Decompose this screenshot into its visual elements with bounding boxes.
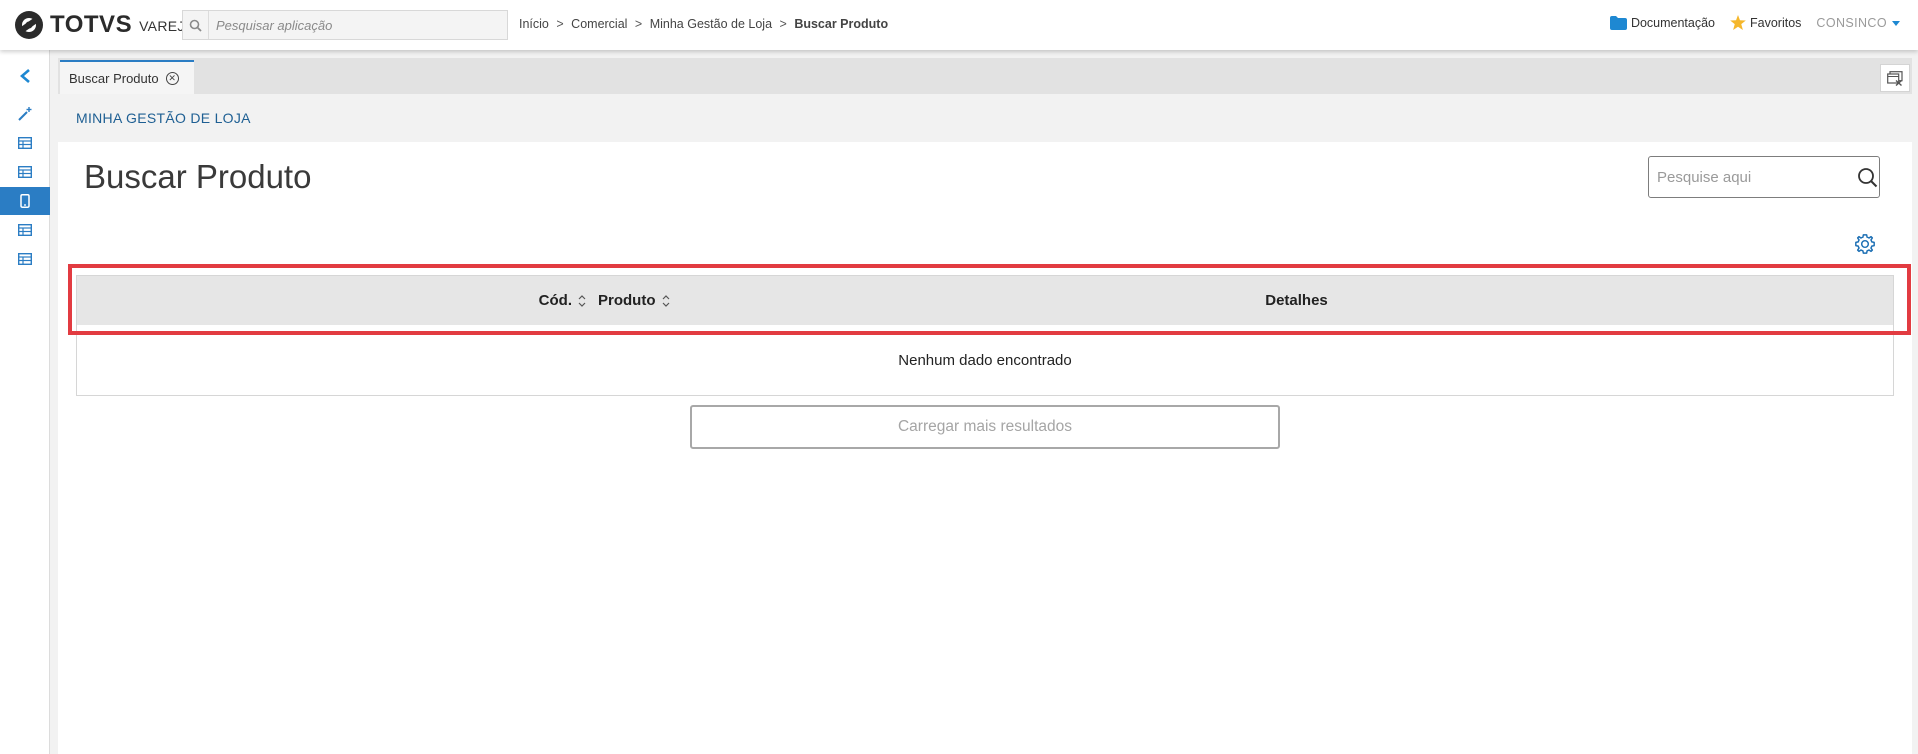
wand-icon (18, 107, 32, 121)
breadcrumb-item-comercial[interactable]: Comercial (571, 17, 627, 31)
table-settings-button[interactable] (1853, 232, 1877, 256)
app-search-input[interactable] (209, 11, 507, 39)
load-more-button[interactable]: Carregar mais resultados (690, 405, 1280, 449)
breadcrumb-current: Buscar Produto (794, 17, 889, 31)
user-name: CONSINCO (1816, 15, 1887, 30)
products-table: Cód. Produto Detalhes Nenhum dado encont… (76, 275, 1894, 396)
sort-icon (578, 294, 586, 307)
totvs-logo-icon (15, 11, 43, 39)
chevron-left-icon (20, 69, 30, 83)
search-icon (1858, 167, 1878, 187)
side-item-mobile[interactable] (0, 187, 50, 215)
gear-icon (1855, 234, 1875, 254)
side-item-table-3[interactable] (0, 216, 50, 244)
page-content: MINHA GESTÃO DE LOJA Buscar Produto Cód. (58, 94, 1912, 754)
sort-icon (662, 294, 669, 307)
windows-close-icon (1887, 70, 1903, 86)
top-right-actions: Documentação Favoritos CONSINCO (1609, 15, 1900, 30)
column-label: Cód. (538, 292, 572, 309)
breadcrumb-item-minha-gestao[interactable]: Minha Gestão de Loja (650, 17, 772, 31)
user-menu[interactable]: CONSINCO (1816, 16, 1900, 30)
table-icon (18, 166, 32, 178)
column-label: Produto (598, 292, 656, 309)
side-item-table-2[interactable] (0, 158, 50, 186)
breadcrumb-item-inicio[interactable]: Início (519, 17, 549, 31)
folder-icon (1609, 15, 1627, 30)
side-item-table-4[interactable] (0, 245, 50, 273)
side-menu (0, 50, 50, 754)
page-title: Buscar Produto (84, 158, 312, 195)
search-icon[interactable] (183, 11, 209, 39)
table-icon (18, 224, 32, 236)
breadcrumb-separator: > (556, 17, 564, 31)
breadcrumb-separator: > (634, 17, 643, 31)
section-title: MINHA GESTÃO DE LOJA (58, 94, 1912, 142)
mobile-icon (20, 194, 30, 208)
favorites-link[interactable]: Favoritos (1730, 15, 1801, 30)
empty-state-message: Nenhum dado encontrado (898, 352, 1072, 369)
tab-bar: Buscar Produto ✕ (58, 58, 1912, 94)
breadcrumb-separator: > (779, 17, 787, 31)
logo-brand-text: TOTVS (50, 11, 133, 38)
star-icon (1730, 15, 1746, 30)
favorites-label: Favoritos (1750, 15, 1802, 30)
side-item-table-1[interactable] (0, 129, 50, 157)
collapse-menu-button[interactable] (0, 62, 50, 90)
caret-down-icon (1892, 21, 1900, 26)
totvs-logo[interactable]: TOTVS VAREJO (14, 10, 196, 40)
column-header-produto[interactable]: Produto (598, 276, 698, 325)
close-tab-icon[interactable]: ✕ (165, 71, 179, 85)
tab-buscar-produto[interactable]: Buscar Produto ✕ (60, 60, 194, 94)
side-item-wand[interactable] (0, 100, 50, 128)
quick-search-input[interactable] (1649, 158, 1856, 196)
app-search (182, 10, 508, 40)
quick-search (1648, 156, 1880, 198)
table-icon (18, 253, 32, 265)
table-header: Cód. Produto Detalhes (77, 276, 1893, 325)
breadcrumb: Início > Comercial > Minha Gestão de Loj… (519, 17, 888, 31)
close-all-tabs-button[interactable] (1880, 64, 1910, 92)
search-button[interactable] (1856, 157, 1879, 197)
column-header-cod[interactable]: Cód. (77, 276, 598, 325)
documentation-label: Documentação (1630, 15, 1716, 30)
table-icon (18, 137, 32, 149)
column-header-detalhes: Detalhes (698, 276, 1895, 325)
tab-label: Buscar Produto (69, 70, 159, 86)
documentation-link[interactable]: Documentação (1609, 15, 1716, 30)
top-bar: TOTVS VAREJO Início > Comercial > Minha … (0, 0, 1918, 50)
column-label: Detalhes (1265, 292, 1328, 309)
